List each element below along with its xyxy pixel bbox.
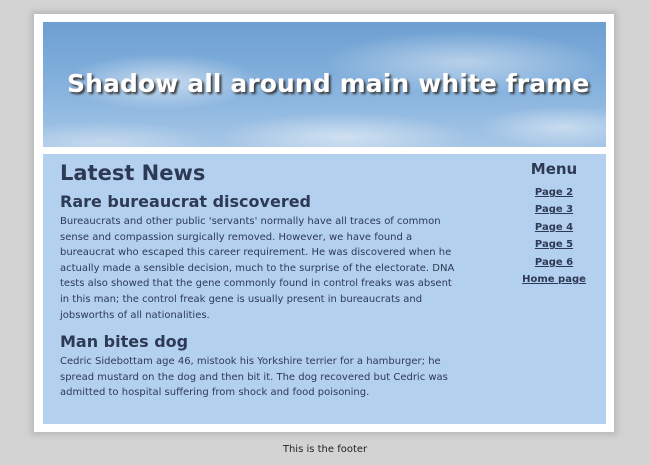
side-menu: Menu Page 2 Page 3 Page 4 Page 5 Page 6 … <box>513 160 595 288</box>
header-banner: Shadow all around main white frame <box>43 22 606 147</box>
menu-title: Menu <box>530 160 578 178</box>
news-column: Latest News Rare bureaucrat discovered B… <box>60 160 455 401</box>
article-title: Man bites dog <box>60 332 189 352</box>
menu-link-page-3[interactable]: Page 3 <box>513 201 595 218</box>
menu-link-page-5[interactable]: Page 5 <box>513 236 595 253</box>
menu-link-page-4[interactable]: Page 4 <box>513 219 595 236</box>
footer: This is the footer <box>282 444 368 455</box>
menu-link-home[interactable]: Home page <box>513 271 595 288</box>
article-title: Rare bureaucrat discovered <box>60 192 312 211</box>
menu-link-page-2[interactable]: Page 2 <box>513 184 595 201</box>
news-heading: Latest News <box>60 161 206 185</box>
article-body: Cedric Sidebottam age 46, mistook his Yo… <box>60 356 448 399</box>
page-title: Shadow all around main white frame <box>67 69 590 98</box>
content-area: Latest News Rare bureaucrat discovered B… <box>43 154 606 424</box>
article-body: Bureaucrats and other public 'servants' … <box>60 216 455 321</box>
menu-link-page-6[interactable]: Page 6 <box>513 254 595 271</box>
